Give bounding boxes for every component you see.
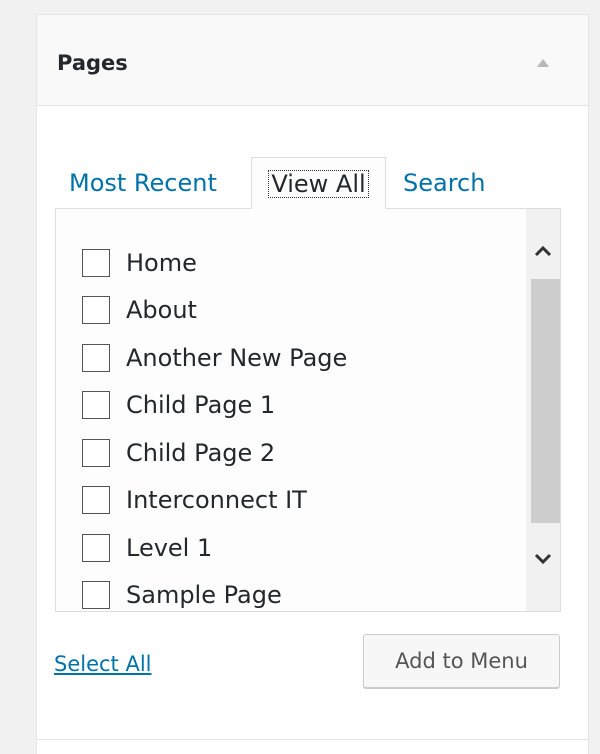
select-all-link[interactable]: Select All — [54, 652, 152, 676]
scroll-down-arrow-icon[interactable] — [526, 547, 560, 581]
list-item: About — [82, 287, 347, 335]
panel-title: Pages — [57, 51, 128, 75]
scroll-up-arrow-icon[interactable] — [526, 239, 560, 273]
list-item: Child Page 2 — [82, 429, 347, 477]
tab-most-recent[interactable]: Most Recent — [69, 157, 217, 209]
pages-list: Home About Another New Page Child Page 1… — [82, 239, 347, 612]
page-checkbox[interactable] — [82, 391, 110, 420]
list-item: Level 1 — [82, 524, 347, 572]
arrow-up-icon[interactable] — [537, 59, 549, 67]
page-label[interactable]: Child Page 2 — [126, 439, 275, 467]
page-checkbox[interactable] — [82, 581, 110, 610]
page-label[interactable]: Level 1 — [126, 534, 212, 562]
list-item: Home — [82, 239, 347, 287]
page-checkbox[interactable] — [82, 248, 110, 277]
page-checkbox[interactable] — [82, 486, 110, 515]
page-checkbox[interactable] — [82, 533, 110, 562]
page-label[interactable]: About — [126, 296, 197, 324]
vertical-scrollbar[interactable] — [526, 209, 560, 611]
page-label[interactable]: Sample Page — [126, 581, 282, 609]
pages-checklist[interactable]: Home About Another New Page Child Page 1… — [55, 208, 561, 612]
list-item: Child Page 1 — [82, 382, 347, 430]
page-checkbox[interactable] — [82, 296, 110, 325]
page-checkbox[interactable] — [82, 343, 110, 372]
panel-header[interactable]: Pages — [37, 14, 588, 106]
scrollbar-thumb[interactable] — [531, 279, 560, 523]
tab-view-all[interactable]: View All — [251, 157, 386, 209]
page-label[interactable]: Another New Page — [126, 344, 347, 372]
pages-panel: Pages Most Recent View All Search Home A… — [36, 14, 589, 754]
page-label[interactable]: Home — [126, 249, 197, 277]
tab-view-all-label: View All — [268, 170, 369, 198]
tab-bar: Most Recent View All Search — [57, 157, 561, 209]
page-label[interactable]: Interconnect IT — [126, 486, 307, 514]
tab-search[interactable]: Search — [403, 157, 485, 209]
add-to-menu-button[interactable]: Add to Menu — [363, 634, 560, 688]
page-checkbox[interactable] — [82, 438, 110, 467]
list-item: Interconnect IT — [82, 477, 347, 525]
list-item: Sample Page — [82, 572, 347, 612]
list-item: Another New Page — [82, 334, 347, 382]
page-label[interactable]: Child Page 1 — [126, 391, 275, 419]
